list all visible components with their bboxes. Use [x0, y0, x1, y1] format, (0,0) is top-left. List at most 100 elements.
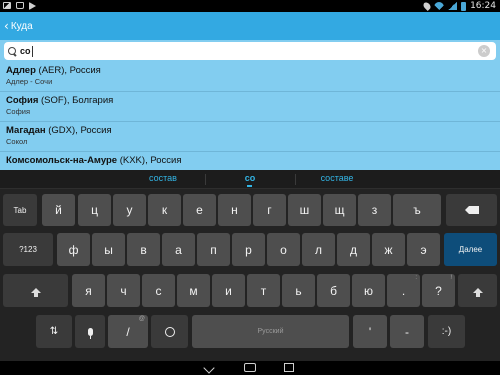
result-country: , Россия [75, 125, 112, 136]
result-code: (GDX) [45, 125, 76, 136]
shift-icon [472, 288, 483, 297]
suggestion-indicator [247, 185, 252, 187]
key-label: . [401, 283, 406, 298]
list-item[interactable]: София (SOF), Болгария София [0, 92, 500, 122]
key-2-4[interactable]: а [162, 233, 195, 266]
key-1-4[interactable]: к [148, 194, 181, 226]
key-hint: : [415, 275, 417, 281]
image-icon [3, 2, 11, 9]
key-3-5[interactable]: и [212, 274, 245, 307]
slash-key[interactable]: / @ [108, 315, 148, 348]
next-action-key[interactable]: Далее [444, 233, 497, 266]
navigation-bar [0, 361, 500, 375]
apostrophe-key[interactable]: ' [353, 315, 387, 348]
key-hint: ! [450, 275, 452, 281]
microphone-icon [87, 327, 93, 339]
search-input[interactable]: со × [4, 42, 496, 60]
symbols-key[interactable]: ?123 [3, 233, 53, 266]
page-title: Куда [10, 20, 33, 32]
key-1-7[interactable]: г [253, 194, 286, 226]
suggestion-center[interactable]: со [245, 173, 256, 183]
result-country: , Россия [64, 65, 101, 76]
list-item[interactable]: Магадан (GDX), Россия Сокол [0, 122, 500, 152]
key-2-9[interactable]: д [337, 233, 370, 266]
key-hint: @ [138, 316, 145, 322]
key-3-3[interactable]: с [142, 274, 175, 307]
key-3-1[interactable]: я [72, 274, 105, 307]
key-1-6[interactable]: н [218, 194, 251, 226]
result-city: Комсомольск-на-Амуре [6, 155, 118, 166]
clear-search-icon[interactable]: × [478, 45, 490, 57]
key-2-10[interactable]: ж [372, 233, 405, 266]
nav-home-icon[interactable] [244, 363, 256, 372]
shift-right-key[interactable] [458, 274, 497, 307]
suggestion-right[interactable]: составе [321, 173, 354, 183]
key-1-1[interactable]: й [42, 194, 75, 226]
suggestion-divider [295, 174, 296, 185]
key-2-11[interactable]: э [407, 233, 440, 266]
key-2-2[interactable]: ы [92, 233, 125, 266]
signal-icon [448, 2, 458, 10]
battery-icon [461, 1, 467, 11]
key-3-9[interactable]: ю [352, 274, 385, 307]
notification-icons [3, 2, 36, 10]
minus-key[interactable]: - [390, 315, 424, 348]
back-chevron-icon[interactable]: ‹ [4, 19, 9, 33]
key-label: / [126, 324, 130, 339]
key-1-11[interactable]: ъ [393, 194, 441, 226]
key-2-7[interactable]: о [267, 233, 300, 266]
key-2-5[interactable]: п [197, 233, 230, 266]
backspace-key[interactable] [446, 194, 497, 226]
settings-key[interactable]: ⇅ [36, 315, 72, 348]
spacebar[interactable]: Русский [192, 315, 349, 348]
key-2-1[interactable]: ф [57, 233, 90, 266]
app-content: ‹ Куда со × Адлер (AER), Россия Адлер - … [0, 12, 500, 170]
suggestion-left[interactable]: состав [149, 173, 177, 183]
suggestion-strip: состав со составе [0, 170, 500, 189]
suggestion-divider [205, 174, 206, 185]
action-bar: ‹ Куда [0, 12, 500, 40]
key-1-8[interactable]: ш [288, 194, 321, 226]
key-3-10[interactable]: . : [387, 274, 420, 307]
result-city: Магадан [6, 125, 46, 136]
backspace-icon [464, 206, 479, 214]
list-item[interactable]: Адлер (AER), Россия Адлер - Сочи [0, 62, 500, 92]
key-3-7[interactable]: ь [282, 274, 315, 307]
list-item[interactable]: Комсомольск-на-Амуре (KXK), Россия [0, 152, 500, 170]
status-bar: 16:24 [0, 0, 500, 12]
result-country: , Болгария [66, 95, 114, 106]
key-1-9[interactable]: щ [323, 194, 356, 226]
wifi-icon [434, 2, 445, 10]
nav-recents-icon[interactable] [284, 363, 294, 372]
key-2-3[interactable]: в [127, 233, 160, 266]
key-3-6[interactable]: т [247, 274, 280, 307]
key-3-4[interactable]: м [177, 274, 210, 307]
smiley-key[interactable]: :-) [428, 315, 465, 348]
tab-key[interactable]: Tab [3, 194, 37, 226]
language-switch-key[interactable] [151, 315, 188, 348]
key-3-11[interactable]: ? ! [422, 274, 455, 307]
shift-left-key[interactable] [3, 274, 68, 307]
key-3-8[interactable]: б [317, 274, 350, 307]
result-code: (AER) [35, 65, 65, 76]
shift-icon [30, 288, 41, 297]
search-value: со [20, 46, 31, 56]
key-1-5[interactable]: е [183, 194, 216, 226]
result-country: , Россия [145, 155, 182, 166]
key-3-2[interactable]: ч [107, 274, 140, 307]
text-cursor [31, 45, 33, 57]
result-city: Адлер [6, 65, 36, 76]
key-1-2[interactable]: ц [78, 194, 111, 226]
key-1-10[interactable]: з [358, 194, 391, 226]
soft-keyboard: состав со составе Tab й ц у к е н г ш щ … [0, 170, 500, 375]
result-code: (SOF) [38, 95, 67, 106]
key-2-6[interactable]: р [232, 233, 265, 266]
results-list: Адлер (AER), Россия Адлер - Сочи София (… [0, 62, 500, 170]
nav-back-icon[interactable] [203, 362, 215, 374]
location-icon [422, 1, 433, 11]
key-2-8[interactable]: л [302, 233, 335, 266]
globe-icon [164, 326, 175, 337]
key-1-3[interactable]: у [113, 194, 146, 226]
settings-icon: ⇅ [49, 326, 59, 337]
voice-input-key[interactable] [75, 315, 105, 348]
